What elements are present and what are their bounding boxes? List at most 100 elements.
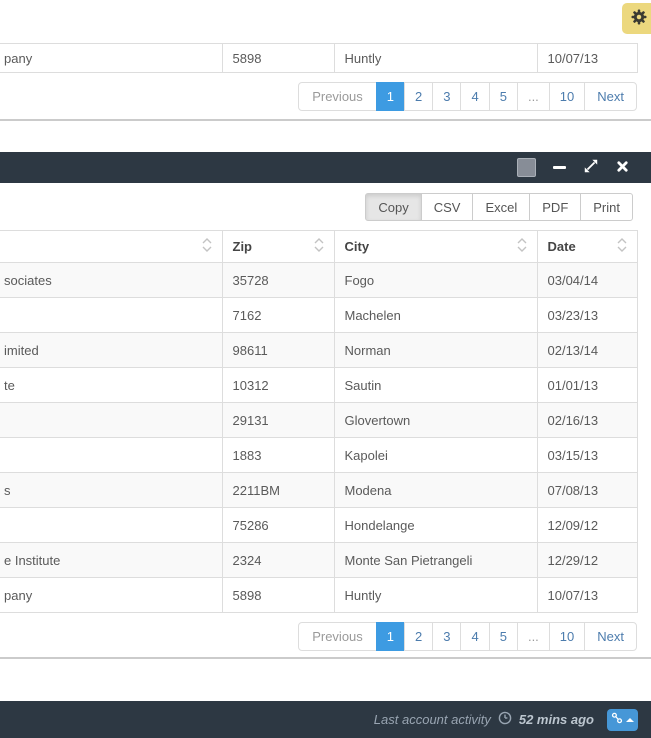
pagination-ellipsis: ... [517, 622, 550, 651]
copy-button[interactable]: Copy [365, 193, 421, 221]
table-row[interactable]: imited 98611 Norman 02/13/14 [0, 333, 637, 368]
excel-button[interactable]: Excel [472, 193, 530, 221]
cell-city: Sautin [334, 368, 537, 403]
widget-header [0, 152, 651, 183]
cell-zip: 2211BM [222, 473, 334, 508]
sort-icon [202, 236, 212, 257]
cell-zip: 2324 [222, 543, 334, 578]
cell-city: Huntly [334, 578, 537, 613]
cell-zip: 75286 [222, 508, 334, 543]
sort-icon [517, 236, 527, 257]
pagination-previous[interactable]: Previous [298, 622, 377, 651]
cell-date: 07/08/13 [537, 473, 637, 508]
cell-name [0, 298, 222, 333]
table-row[interactable]: pany 5898 Huntly 10/07/13 [0, 578, 637, 613]
header-zip[interactable]: Zip [222, 231, 334, 263]
pagination-page-1[interactable]: 1 [376, 82, 405, 111]
link-icon [611, 712, 623, 727]
cell-city: Fogo [334, 263, 537, 298]
pagination-page-4[interactable]: 4 [460, 82, 489, 111]
pagination-page-1[interactable]: 1 [376, 622, 405, 651]
sort-icon [314, 236, 324, 257]
pagination-page-5[interactable]: 5 [489, 622, 518, 651]
settings-button[interactable] [622, 3, 651, 34]
table-row[interactable]: 1883 Kapolei 03/15/13 [0, 438, 637, 473]
widget-color-swatch-icon[interactable] [517, 158, 536, 177]
table-row[interactable]: pany 5898 Huntly 10/07/13 [0, 44, 637, 73]
pagination-page-10[interactable]: 10 [549, 82, 585, 111]
cell-name [0, 438, 222, 473]
gear-icon [629, 7, 649, 30]
cell-zip: 98611 [222, 333, 334, 368]
cell-date: 03/04/14 [537, 263, 637, 298]
header-name[interactable] [0, 231, 222, 263]
pagination-next[interactable]: Next [584, 82, 637, 111]
csv-button[interactable]: CSV [421, 193, 474, 221]
cell-name [0, 508, 222, 543]
cell-zip: 29131 [222, 403, 334, 438]
cell-zip: 7162 [222, 298, 334, 333]
cell-city: Hondelange [334, 508, 537, 543]
cell-name: s [0, 473, 222, 508]
close-button[interactable] [616, 160, 629, 176]
cell-name: te [0, 368, 222, 403]
cell-city: Kapolei [334, 438, 537, 473]
table-row[interactable]: 75286 Hondelange 12/09/12 [0, 508, 637, 543]
cell-date: 10/07/13 [537, 578, 637, 613]
export-button-group: Copy CSV Excel PDF Print [365, 193, 633, 221]
pagination-page-2[interactable]: 2 [404, 82, 433, 111]
table-row[interactable]: s 2211BM Modena 07/08/13 [0, 473, 637, 508]
cell-date: 01/01/13 [537, 368, 637, 403]
panel-divider [0, 119, 651, 121]
expand-button[interactable] [583, 158, 599, 177]
close-icon [616, 160, 629, 176]
cell-city: Glovertown [334, 403, 537, 438]
cell-name: e Institute [0, 543, 222, 578]
activity-link-button[interactable] [607, 709, 638, 731]
pagination-page-2[interactable]: 2 [404, 622, 433, 651]
table-row[interactable]: te 10312 Sautin 01/01/13 [0, 368, 637, 403]
footer: Last account activity 52 mins ago [0, 701, 651, 738]
pagination-page-4[interactable]: 4 [460, 622, 489, 651]
cell-zip: 35728 [222, 263, 334, 298]
data-table: Zip City Date [0, 230, 638, 613]
pagination-next[interactable]: Next [584, 622, 637, 651]
collapse-button[interactable] [553, 166, 566, 169]
pagination-top: Previous 1 2 3 4 5 ... 10 Next [298, 82, 637, 111]
cell-city: Norman [334, 333, 537, 368]
panel-divider [0, 657, 651, 659]
cell-date: 03/23/13 [537, 298, 637, 333]
cell-name [0, 403, 222, 438]
cell-zip: 1883 [222, 438, 334, 473]
cell-city: Monte San Pietrangeli [334, 543, 537, 578]
expand-icon [583, 158, 599, 177]
pagination-page-5[interactable]: 5 [489, 82, 518, 111]
cell-zip: 10312 [222, 368, 334, 403]
table-row[interactable]: e Institute 2324 Monte San Pietrangeli 1… [0, 543, 637, 578]
table-row[interactable]: 29131 Glovertown 02/16/13 [0, 403, 637, 438]
footer-activity-label: Last account activity [374, 712, 491, 727]
pagination-page-3[interactable]: 3 [432, 82, 461, 111]
cell-date: 02/13/14 [537, 333, 637, 368]
pdf-button[interactable]: PDF [529, 193, 581, 221]
sort-icon [617, 236, 627, 257]
cell-date: 10/07/13 [537, 44, 637, 73]
header-date[interactable]: Date [537, 231, 637, 263]
pagination-previous[interactable]: Previous [298, 82, 377, 111]
cell-date: 02/16/13 [537, 403, 637, 438]
pagination-page-10[interactable]: 10 [549, 622, 585, 651]
header-city[interactable]: City [334, 231, 537, 263]
cell-date: 12/29/12 [537, 543, 637, 578]
print-button[interactable]: Print [580, 193, 633, 221]
pagination-page-3[interactable]: 3 [432, 622, 461, 651]
cell-name: pany [0, 578, 222, 613]
table-row[interactable]: sociates 35728 Fogo 03/04/14 [0, 263, 637, 298]
previous-table-last-row: pany 5898 Huntly 10/07/13 [0, 43, 638, 73]
table-row[interactable]: 7162 Machelen 03/23/13 [0, 298, 637, 333]
cell-city: Machelen [334, 298, 537, 333]
minus-icon [553, 166, 566, 169]
pagination-bottom: Previous 1 2 3 4 5 ... 10 Next [298, 622, 637, 651]
cell-name: sociates [0, 263, 222, 298]
cell-city: Modena [334, 473, 537, 508]
footer-activity-time: 52 mins ago [519, 712, 594, 727]
